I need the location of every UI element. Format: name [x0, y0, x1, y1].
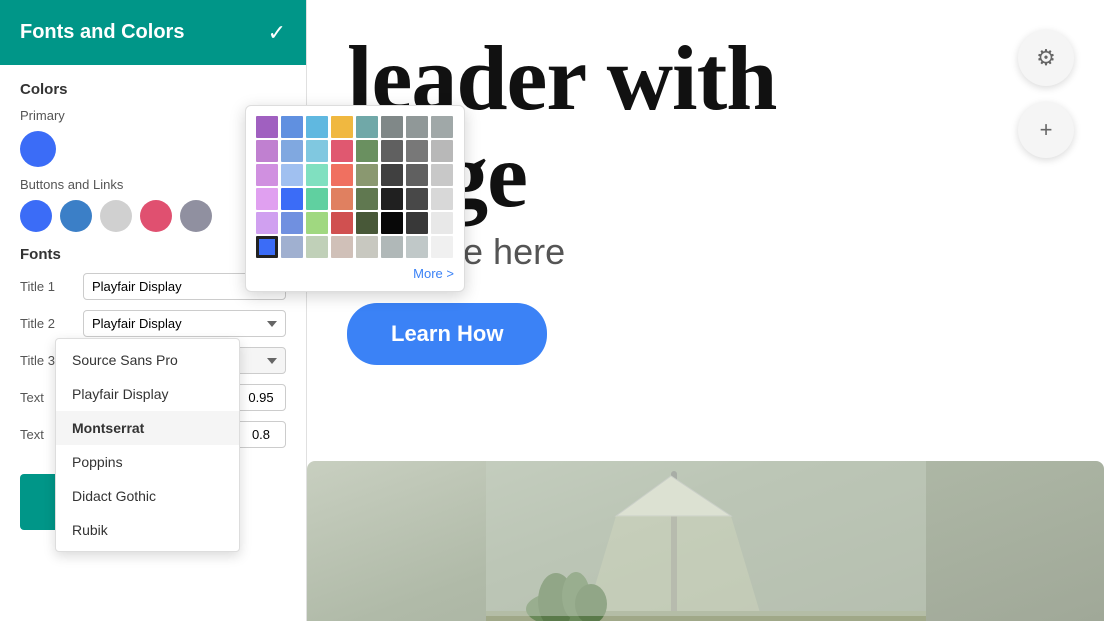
confirm-button[interactable]: ✓ [268, 20, 286, 46]
color-cell[interactable] [256, 212, 278, 234]
floating-buttons-container: ⚙ + [1018, 30, 1074, 158]
hero-cta-button[interactable]: Learn How [347, 303, 547, 365]
title1-label: Title 1 [20, 279, 75, 294]
text1-size-input[interactable] [236, 384, 286, 411]
add-button[interactable]: + [1018, 102, 1074, 158]
font-option-montserrat[interactable]: Montserrat [56, 411, 239, 445]
color-cell[interactable] [331, 236, 353, 258]
color-cell-selected[interactable] [256, 236, 278, 258]
font-option-rubik[interactable]: Rubik [56, 513, 239, 547]
color-cell[interactable] [281, 188, 303, 210]
plus-icon: + [1040, 117, 1053, 143]
color-cell[interactable] [256, 188, 278, 210]
color-cell[interactable] [406, 188, 428, 210]
color-cell[interactable] [431, 188, 453, 210]
font-option-playfair[interactable]: Playfair Display [56, 377, 239, 411]
color-picker-more-link[interactable]: More > [256, 266, 454, 281]
title2-row: Title 2 Playfair Display Montserrat Sour… [20, 310, 286, 337]
swatch-steel[interactable] [60, 200, 92, 232]
font-option-poppins[interactable]: Poppins [56, 445, 239, 479]
color-cell[interactable] [381, 164, 403, 186]
color-cell[interactable] [356, 212, 378, 234]
lamp-background [307, 461, 1104, 621]
color-grid [256, 116, 454, 258]
color-cell[interactable] [281, 236, 303, 258]
color-cell[interactable] [331, 188, 353, 210]
color-cell[interactable] [406, 140, 428, 162]
color-cell[interactable] [331, 164, 353, 186]
color-cell[interactable] [256, 116, 278, 138]
swatch-gray[interactable] [100, 200, 132, 232]
color-cell[interactable] [331, 116, 353, 138]
color-cell[interactable] [381, 140, 403, 162]
color-picker-popup: More > [245, 105, 465, 292]
color-cell[interactable] [306, 116, 328, 138]
sidebar-header: Fonts and Colors ✓ [0, 0, 306, 65]
color-cell[interactable] [356, 164, 378, 186]
color-cell[interactable] [431, 236, 453, 258]
color-cell[interactable] [381, 116, 403, 138]
color-cell[interactable] [306, 164, 328, 186]
color-cell[interactable] [256, 164, 278, 186]
color-cell[interactable] [431, 140, 453, 162]
color-cell[interactable] [431, 116, 453, 138]
primary-color-swatch[interactable] [20, 131, 56, 167]
color-cell[interactable] [331, 212, 353, 234]
color-cell[interactable] [431, 164, 453, 186]
swatch-blue[interactable] [20, 200, 52, 232]
color-cell[interactable] [356, 116, 378, 138]
color-cell[interactable] [281, 116, 303, 138]
font-option-didact[interactable]: Didact Gothic [56, 479, 239, 513]
color-cell[interactable] [406, 164, 428, 186]
color-cell[interactable] [381, 236, 403, 258]
font-dropdown-menu: Source Sans Pro Playfair Display Montser… [55, 338, 240, 552]
lamp-svg [486, 461, 926, 621]
lamp-image [307, 461, 1104, 621]
settings-button[interactable]: ⚙ [1018, 30, 1074, 86]
color-cell[interactable] [356, 140, 378, 162]
gear-icon: ⚙ [1036, 45, 1056, 71]
color-cell[interactable] [406, 236, 428, 258]
title2-font-select[interactable]: Playfair Display Montserrat Source Sans … [83, 310, 286, 337]
color-cell[interactable] [356, 188, 378, 210]
color-cell[interactable] [306, 236, 328, 258]
color-cell[interactable] [306, 140, 328, 162]
color-cell[interactable] [281, 212, 303, 234]
preview-area: leader with nage r subtitle here Learn H… [307, 0, 1104, 621]
swatch-dark-gray[interactable] [180, 200, 212, 232]
color-cell[interactable] [331, 140, 353, 162]
text2-size-input[interactable] [236, 421, 286, 448]
color-cell[interactable] [356, 236, 378, 258]
color-cell[interactable] [281, 164, 303, 186]
color-cell[interactable] [381, 188, 403, 210]
color-cell[interactable] [431, 212, 453, 234]
color-cell[interactable] [381, 212, 403, 234]
font-option-source-sans[interactable]: Source Sans Pro [56, 343, 239, 377]
swatch-pink[interactable] [140, 200, 172, 232]
color-cell[interactable] [306, 188, 328, 210]
color-cell[interactable] [256, 140, 278, 162]
sidebar-title: Fonts and Colors [20, 21, 184, 44]
title2-label: Title 2 [20, 316, 75, 331]
color-cell[interactable] [406, 212, 428, 234]
color-cell[interactable] [406, 116, 428, 138]
color-cell[interactable] [281, 140, 303, 162]
color-cell[interactable] [306, 212, 328, 234]
colors-section-label: Colors [20, 81, 286, 98]
